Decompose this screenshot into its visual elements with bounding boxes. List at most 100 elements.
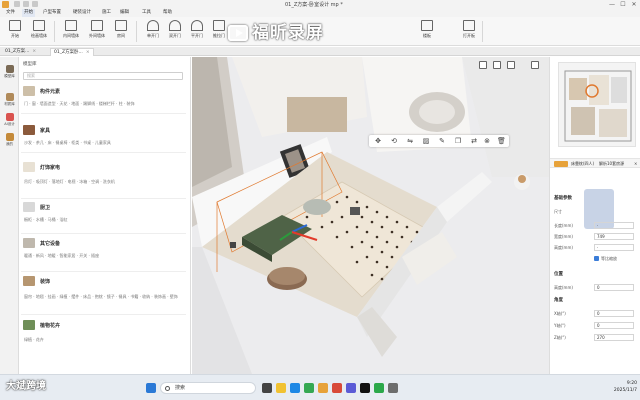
- category-decor[interactable]: 装饰 窗帘 · 地毯 · 挂画 · 绿植 · 摆件 · 床品 · 抱枕 · 镜子…: [21, 276, 186, 315]
- start-icon[interactable]: [146, 383, 156, 393]
- menu-file[interactable]: 文件: [6, 9, 15, 17]
- view-top-icon[interactable]: [493, 61, 501, 69]
- ribbon-separator: [136, 21, 137, 42]
- menu-construction[interactable]: 施工: [102, 9, 111, 17]
- copy-icon[interactable]: ❐: [454, 137, 462, 145]
- edit-icon[interactable]: ✎: [438, 137, 446, 145]
- chrome-icon[interactable]: [304, 383, 314, 393]
- tab-parse-listings[interactable]: 解析10套房源: [599, 161, 624, 167]
- group-icon[interactable]: ⊗: [483, 137, 491, 145]
- property-tabs: 床靠枕(四人) 解析10套房源 ×: [550, 158, 640, 168]
- undo-icon[interactable]: [23, 1, 29, 7]
- category-lighting[interactable]: 灯饰家电 吊灯 · 吸顶灯 · 落地灯 · 电视 · 冰箱 · 空调 · 洗衣机: [21, 162, 186, 202]
- view-walk-icon[interactable]: [507, 61, 515, 69]
- document-tabs: 01_Z方案... × 01_Z方案卧... ×: [0, 47, 640, 56]
- replace-icon[interactable]: ⇄: [470, 137, 478, 145]
- category-plants[interactable]: 植物花卉 绿植 · 花卉: [21, 320, 186, 350]
- ribbon-room[interactable]: 房间: [108, 20, 134, 44]
- left-rail: 模型库 材质库 AI设计 我的: [0, 57, 19, 374]
- double-door-icon: [169, 20, 181, 31]
- length-input[interactable]: ·: [594, 222, 634, 229]
- rail-model-library[interactable]: 模型库: [2, 65, 17, 79]
- view-2d-icon[interactable]: [479, 61, 487, 69]
- field-label: 宽度(mm): [554, 234, 573, 239]
- menu-edit[interactable]: 编辑: [120, 9, 129, 17]
- category-name: 灯饰家电: [40, 165, 61, 171]
- elevation-input[interactable]: 0: [594, 284, 634, 291]
- rail-material-library[interactable]: 材质库: [2, 93, 17, 107]
- rotate-y-input[interactable]: 0: [594, 322, 634, 329]
- close-panel-icon[interactable]: ×: [634, 161, 637, 166]
- ribbon-inner-wall[interactable]: 内间墙体: [58, 20, 84, 44]
- system-clock[interactable]: 9:20 2025/11/7: [597, 380, 637, 394]
- ai-app-icon[interactable]: [360, 383, 370, 393]
- minimize-button[interactable]: —: [607, 0, 617, 9]
- width-input[interactable]: 749: [594, 233, 634, 240]
- maximize-button[interactable]: ☐: [618, 0, 628, 9]
- redo-icon[interactable]: [32, 1, 38, 7]
- delete-icon[interactable]: 🗑: [497, 137, 506, 145]
- library-search-input[interactable]: 搜索: [23, 72, 183, 80]
- category-subitems: 吊灯 · 吸顶灯 · 落地灯 · 电视 · 冰箱 · 空调 · 洗衣机: [24, 179, 115, 184]
- 3d-viewport[interactable]: ✥ ⟲ ⇋ ▨ ✎ ❐ ⇄ ⊗ 🗑: [192, 57, 549, 374]
- close-tab-icon[interactable]: ×: [32, 49, 36, 54]
- category-subitems: 门 · 窗 · 墙面造型 · 天花 · 地面 · 踢脚线 · 楼梯栏杆 · 柱 …: [24, 101, 135, 106]
- library-header: 模型库: [23, 62, 37, 67]
- equipment-thumbnail: [23, 238, 35, 248]
- category-equipment[interactable]: 其它设备 暖通 · 新风 · 地暖 · 智能家居 · 开关 · 插座: [21, 238, 186, 274]
- taskview-icon[interactable]: [262, 383, 272, 393]
- rail-mine[interactable]: 我的: [2, 133, 17, 147]
- tab-document-2[interactable]: 01_Z方案卧... ×: [50, 48, 94, 56]
- app-icon[interactable]: [388, 383, 398, 393]
- wechat-icon[interactable]: [374, 383, 384, 393]
- edge-icon[interactable]: [290, 383, 300, 393]
- category-kitchen-bath[interactable]: 厨卫 橱柜 · 水槽 · 马桶 · 浴缸: [21, 202, 186, 236]
- recorder-watermark: 福昕录屏: [228, 18, 412, 46]
- save-icon[interactable]: [14, 1, 20, 7]
- menu-tools[interactable]: 工具: [142, 9, 151, 17]
- ribbon-slab[interactable]: 楼板: [414, 20, 440, 44]
- height-input[interactable]: ·: [594, 244, 634, 251]
- field-label: X轴(°): [554, 311, 566, 316]
- menu-hardcover[interactable]: 硬装设计: [73, 9, 91, 17]
- menu-home[interactable]: 开始: [22, 9, 35, 17]
- ribbon-start[interactable]: 开始: [2, 20, 28, 44]
- category-subitems: 绿植 · 花卉: [24, 337, 44, 342]
- design-app-icon[interactable]: [318, 383, 328, 393]
- explorer-icon[interactable]: [276, 383, 286, 393]
- start-icon: [9, 20, 21, 31]
- field-label: Y轴(°): [554, 323, 566, 328]
- ribbon-outer-wall[interactable]: 外间墙体: [84, 20, 110, 44]
- floorplan-minimap[interactable]: [558, 62, 636, 147]
- menu-layout[interactable]: 户型布置: [43, 9, 61, 17]
- material-brush-icon[interactable]: ▨: [422, 137, 430, 145]
- menu-help[interactable]: 帮助: [163, 9, 172, 17]
- divider: [21, 271, 186, 272]
- rotate-z-input[interactable]: 270: [594, 334, 634, 341]
- category-name: 家具: [40, 128, 51, 134]
- proportional-checkbox[interactable]: [594, 256, 599, 261]
- taskbar-search[interactable]: 搜索: [160, 382, 256, 394]
- category-components[interactable]: 构件元素 门 · 窗 · 墙面造型 · 天花 · 地面 · 踢脚线 · 楼梯栏杆…: [21, 86, 186, 114]
- outer-wall-icon: [91, 20, 103, 31]
- rotate-x-input[interactable]: 0: [594, 310, 634, 317]
- recorder-app-icon[interactable]: [332, 383, 342, 393]
- ribbon-draw-wall[interactable]: 绘画墙体: [26, 20, 52, 44]
- category-name: 厨卫: [40, 205, 51, 211]
- view-3d-icon[interactable]: [531, 61, 539, 69]
- field-label: 尺寸: [554, 209, 562, 214]
- category-furniture[interactable]: 家具 沙发 · 茶几 · 床 · 餐桌椅 · 柜类 · 书桌 · 儿童家具: [21, 125, 186, 153]
- ribbon-open-slab[interactable]: 打开板: [456, 20, 482, 44]
- close-button[interactable]: ✕: [629, 0, 639, 9]
- rail-ai-design[interactable]: AI设计: [2, 113, 17, 127]
- app-icon[interactable]: [346, 383, 356, 393]
- close-tab-icon[interactable]: ×: [86, 50, 90, 55]
- ai-icon: [5, 113, 14, 121]
- move-icon[interactable]: ✥: [374, 137, 382, 145]
- tab-document-1[interactable]: 01_Z方案... ×: [2, 48, 39, 56]
- category-name: 植物花卉: [40, 323, 61, 329]
- tab-object-name[interactable]: 床靠枕(四人): [571, 161, 594, 167]
- field-label: 长度(mm): [554, 223, 573, 228]
- rotate-icon[interactable]: ⟲: [390, 137, 398, 145]
- mirror-icon[interactable]: ⇋: [406, 137, 414, 145]
